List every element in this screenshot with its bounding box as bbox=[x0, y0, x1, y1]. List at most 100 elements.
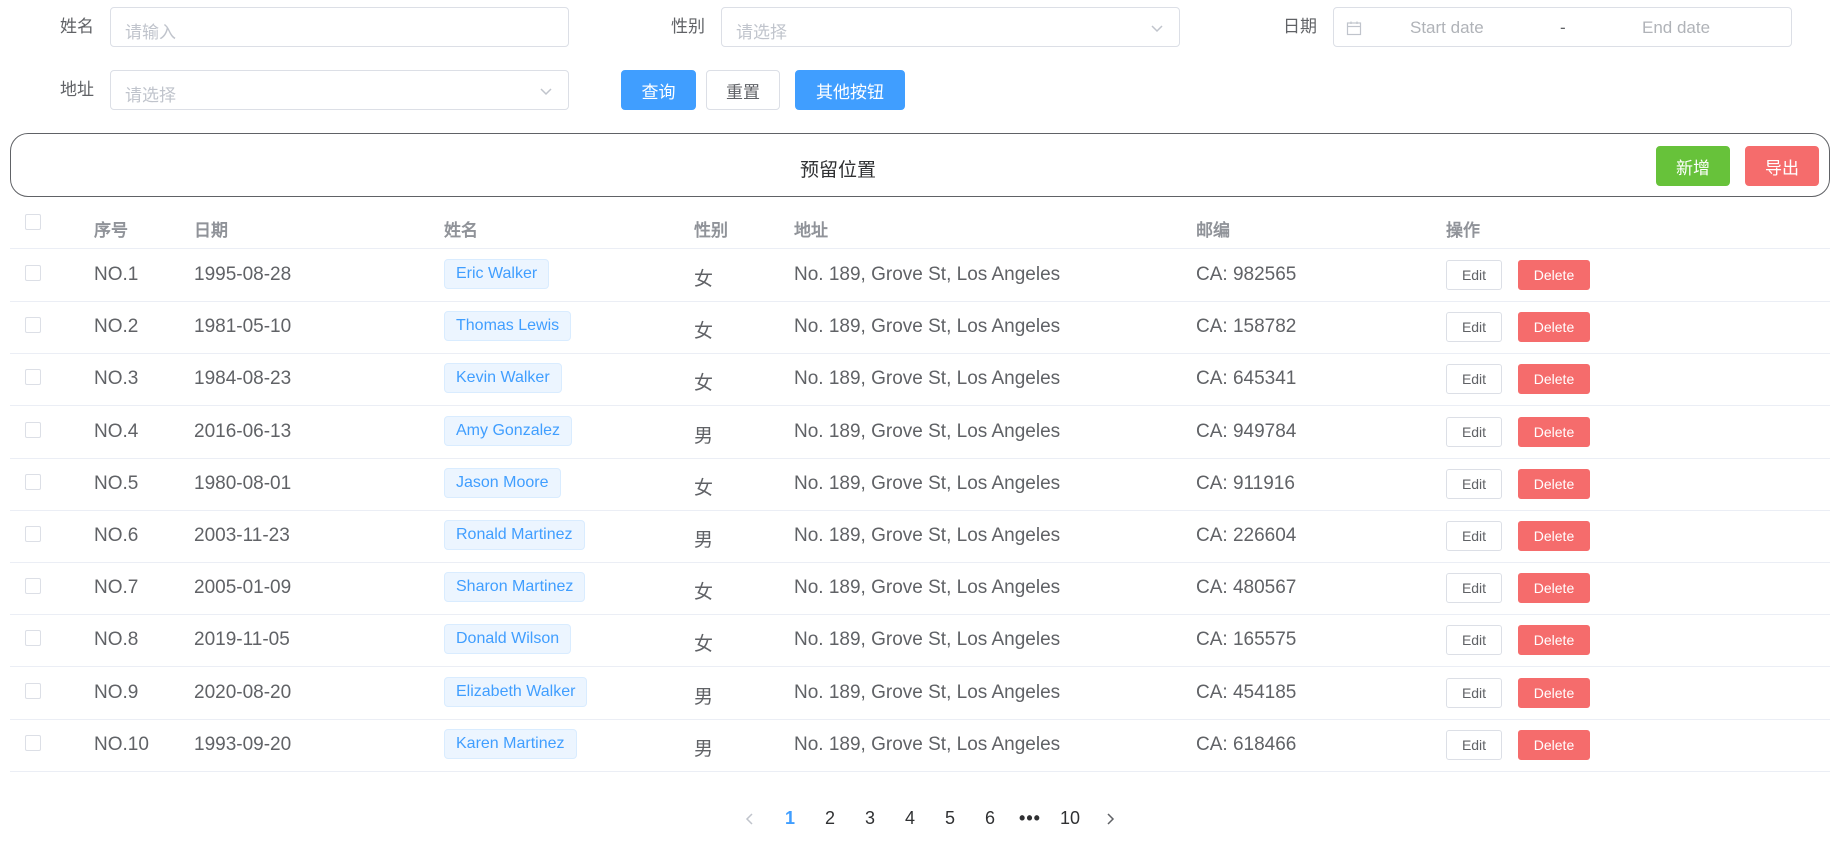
gender-select[interactable]: 请选择 bbox=[721, 7, 1180, 47]
cell-zip: CA: 226604 bbox=[1196, 525, 1297, 546]
cell-address: No. 189, Grove St, Los Angeles bbox=[794, 733, 1061, 755]
edit-button[interactable]: Edit bbox=[1446, 416, 1502, 447]
reserved-text: 预留位置 bbox=[800, 160, 877, 181]
cell-address: No. 189, Grove St, Los Angeles bbox=[794, 525, 1061, 546]
chevron-left-icon bbox=[745, 813, 753, 825]
cell-gender: 男 bbox=[694, 686, 714, 708]
table-row: NO.4 2016-06-13 Amy Gonzalez 男 No. 189, Grov… bbox=[10, 406, 1830, 459]
start-date-input[interactable]: Start date bbox=[1410, 18, 1484, 38]
chevron-down-icon bbox=[1151, 25, 1163, 33]
chevron-right-icon bbox=[1107, 813, 1115, 825]
export-button[interactable]: 导出 bbox=[1745, 146, 1819, 186]
delete-button[interactable]: Delete bbox=[1518, 312, 1590, 343]
cell-date: 1981-05-10 bbox=[194, 316, 292, 338]
row-checkbox[interactable] bbox=[25, 265, 41, 281]
row-checkbox[interactable] bbox=[25, 682, 41, 699]
page-4[interactable]: 4 bbox=[890, 808, 930, 829]
row-checkbox[interactable] bbox=[25, 421, 41, 438]
prev-page-button[interactable] bbox=[730, 808, 770, 829]
edit-button[interactable]: Edit bbox=[1446, 260, 1502, 290]
delete-button[interactable]: Delete bbox=[1518, 729, 1590, 760]
page-10[interactable]: 10 bbox=[1050, 808, 1090, 829]
cell-zip: CA: 911916 bbox=[1196, 472, 1295, 494]
cell-gender: 女 bbox=[694, 582, 714, 604]
end-date-input[interactable]: End date bbox=[1642, 18, 1710, 38]
cell-date: 2003-11-23 bbox=[194, 525, 290, 546]
page-6[interactable]: 6 bbox=[970, 808, 1010, 829]
cell-no: NO.4 bbox=[94, 420, 139, 442]
edit-button[interactable]: Edit bbox=[1446, 364, 1502, 395]
edit-button[interactable]: Edit bbox=[1446, 521, 1502, 551]
cell-no: NO.2 bbox=[94, 316, 139, 338]
edit-button[interactable]: Edit bbox=[1446, 677, 1502, 708]
column-header-zip: 邮编 bbox=[1196, 221, 1230, 240]
edit-button[interactable]: Edit bbox=[1446, 312, 1502, 343]
table-row: NO.3 1984-08-23 Kevin Walker 女 No. 189, Grov… bbox=[10, 353, 1830, 407]
row-checkbox[interactable] bbox=[25, 369, 41, 386]
cell-name-tag[interactable]: Eric Walker bbox=[444, 259, 550, 289]
next-page-button[interactable] bbox=[1090, 808, 1130, 829]
cell-no: NO.5 bbox=[94, 472, 139, 494]
page-2[interactable]: 2 bbox=[810, 808, 850, 829]
edit-button[interactable]: Edit bbox=[1446, 468, 1502, 499]
name-input[interactable]: 请输入 bbox=[110, 7, 569, 47]
table-row: NO.2 1981-05-10 Thomas Lewis 女 No. 189, Grov… bbox=[10, 301, 1830, 355]
query-button[interactable]: 查询 bbox=[621, 70, 696, 110]
more-pages-button[interactable]: ••• bbox=[1010, 808, 1050, 829]
add-button[interactable]: 新增 bbox=[1656, 146, 1730, 186]
column-header-address: 地址 bbox=[794, 221, 828, 240]
table-row: NO.1 1995-08-28 Eric Walker 女 No. 189, Grove… bbox=[10, 249, 1830, 302]
row-checkbox[interactable] bbox=[25, 317, 41, 334]
row-checkbox[interactable] bbox=[25, 526, 41, 542]
page-5[interactable]: 5 bbox=[930, 808, 970, 829]
cell-name-tag[interactable]: Karen Martinez bbox=[444, 728, 577, 759]
cell-name-tag[interactable]: Donald Wilson bbox=[444, 624, 572, 655]
table-row: NO.8 2019-11-05 Donald Wilson 女 No. 189, Gro… bbox=[10, 614, 1830, 668]
row-checkbox[interactable] bbox=[25, 734, 41, 751]
address-select[interactable]: 请选择 bbox=[110, 70, 569, 110]
row-checkbox[interactable] bbox=[25, 473, 41, 490]
cell-date: 1993-09-20 bbox=[194, 733, 292, 755]
delete-button[interactable]: Delete bbox=[1518, 260, 1590, 290]
table-header: 序号 日期 姓名 性别 地址 邮编 操作 bbox=[10, 204, 1830, 249]
cell-name-tag[interactable]: Jason Moore bbox=[444, 467, 561, 498]
cell-zip: CA: 158782 bbox=[1196, 316, 1297, 338]
cell-address: No. 189, Grove St, Los Angeles bbox=[794, 420, 1061, 442]
row-checkbox[interactable] bbox=[25, 630, 41, 647]
delete-button[interactable]: Delete bbox=[1518, 521, 1590, 551]
cell-zip: CA: 480567 bbox=[1196, 577, 1297, 599]
cell-address: No. 189, Grove St, Los Angeles bbox=[794, 681, 1061, 703]
delete-button[interactable]: Delete bbox=[1518, 677, 1590, 708]
reset-button[interactable]: 重置 bbox=[706, 70, 780, 110]
cell-no: NO.9 bbox=[94, 681, 139, 703]
gender-select-placeholder: 请选择 bbox=[736, 23, 787, 42]
date-separator: - bbox=[1560, 18, 1566, 37]
delete-button[interactable]: Delete bbox=[1518, 416, 1590, 447]
other-button[interactable]: 其他按钮 bbox=[795, 70, 905, 110]
cell-name-tag[interactable]: Thomas Lewis bbox=[444, 311, 572, 342]
delete-button[interactable]: Delete bbox=[1518, 625, 1590, 656]
cell-name-tag[interactable]: Ronald Martinez bbox=[444, 520, 585, 550]
cell-date: 2020-08-20 bbox=[194, 681, 292, 703]
cell-name-tag[interactable]: Sharon Martinez bbox=[444, 572, 586, 603]
date-range-picker[interactable]: Start date - End date bbox=[1333, 7, 1792, 47]
row-checkbox[interactable] bbox=[25, 578, 41, 595]
cell-name-tag[interactable]: Amy Gonzalez bbox=[444, 415, 573, 446]
name-input-placeholder: 请输入 bbox=[125, 23, 176, 42]
cell-gender: 男 bbox=[694, 425, 714, 447]
cell-zip: CA: 982565 bbox=[1196, 264, 1297, 285]
edit-button[interactable]: Edit bbox=[1446, 729, 1502, 760]
delete-button[interactable]: Delete bbox=[1518, 573, 1590, 604]
edit-button[interactable]: Edit bbox=[1446, 625, 1502, 656]
page-1[interactable]: 1 bbox=[770, 808, 810, 829]
cell-name-tag[interactable]: Elizabeth Walker bbox=[444, 676, 588, 707]
delete-button[interactable]: Delete bbox=[1518, 468, 1590, 499]
page-3[interactable]: 3 bbox=[850, 808, 890, 829]
edit-button[interactable]: Edit bbox=[1446, 573, 1502, 604]
cell-name-tag[interactable]: Kevin Walker bbox=[444, 363, 562, 394]
delete-button[interactable]: Delete bbox=[1518, 364, 1590, 395]
table-row: NO.5 1980-08-01 Jason Moore 女 No. 189, Grove… bbox=[10, 458, 1830, 511]
cell-address: No. 189, Grove St, Los Angeles bbox=[794, 316, 1061, 338]
select-all-checkbox[interactable] bbox=[25, 214, 41, 230]
chevron-down-icon bbox=[540, 88, 552, 96]
